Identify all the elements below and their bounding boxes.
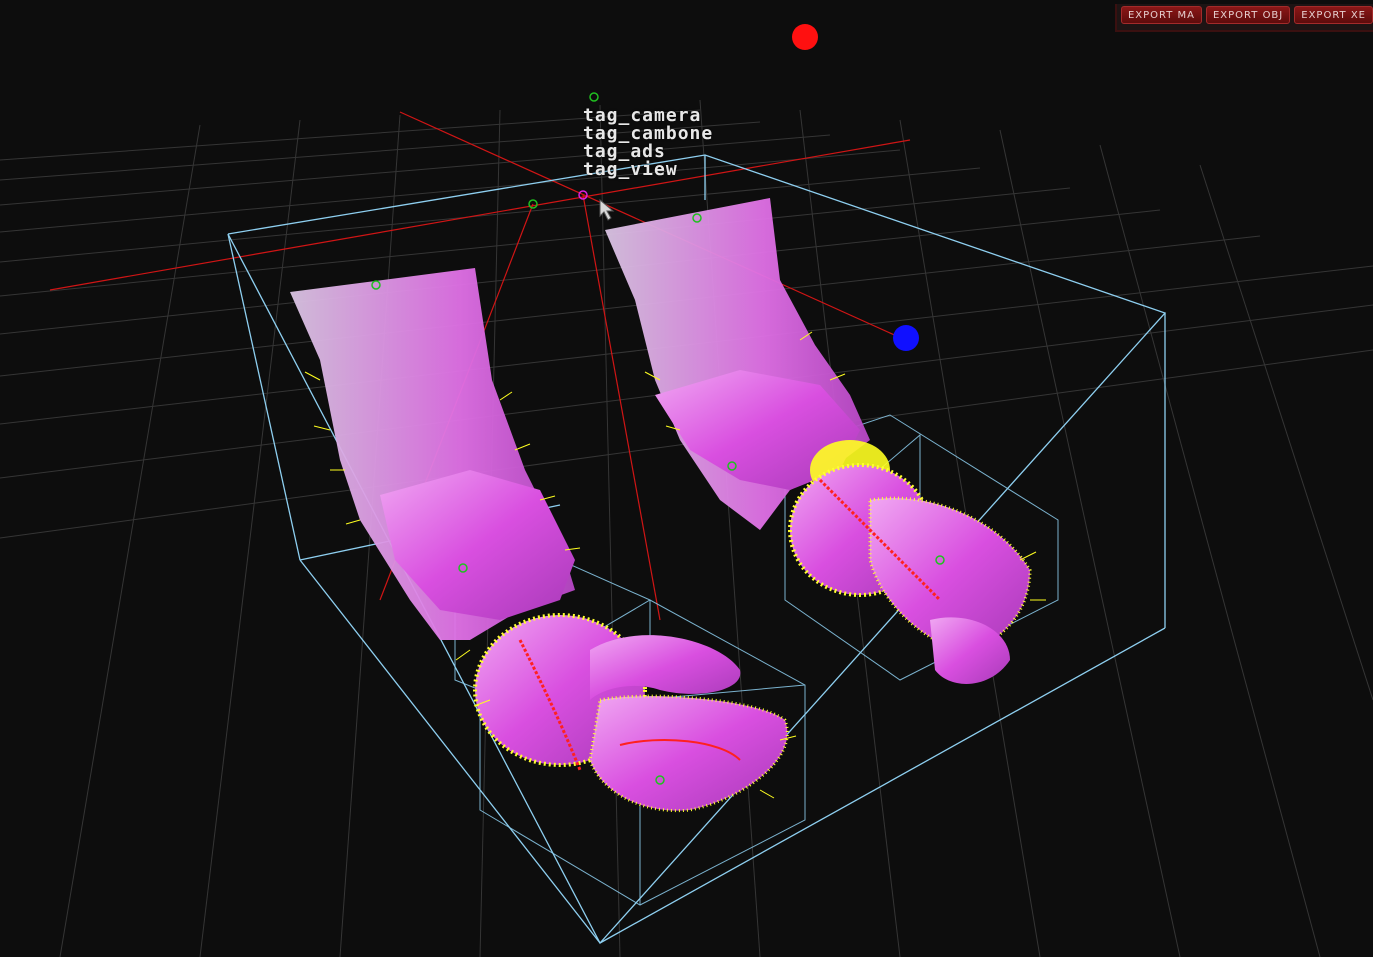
light-blue-icon[interactable] [893,325,919,351]
light-red-icon[interactable] [792,24,818,50]
export-toolbar: EXPORT MA EXPORT OBJ EXPORT XE [1114,4,1373,32]
right-arm-mesh[interactable] [605,198,1032,684]
mouse-cursor-icon [599,198,615,221]
tag-label-view: tag_view [583,159,678,180]
export-xe-button[interactable]: EXPORT XE [1294,6,1373,24]
export-obj-button[interactable]: EXPORT OBJ [1205,6,1291,24]
3d-viewport[interactable]: tag_camera tag_cambone tag_ads tag_view [0,0,1373,957]
export-ma-button[interactable]: EXPORT MA [1120,6,1202,24]
